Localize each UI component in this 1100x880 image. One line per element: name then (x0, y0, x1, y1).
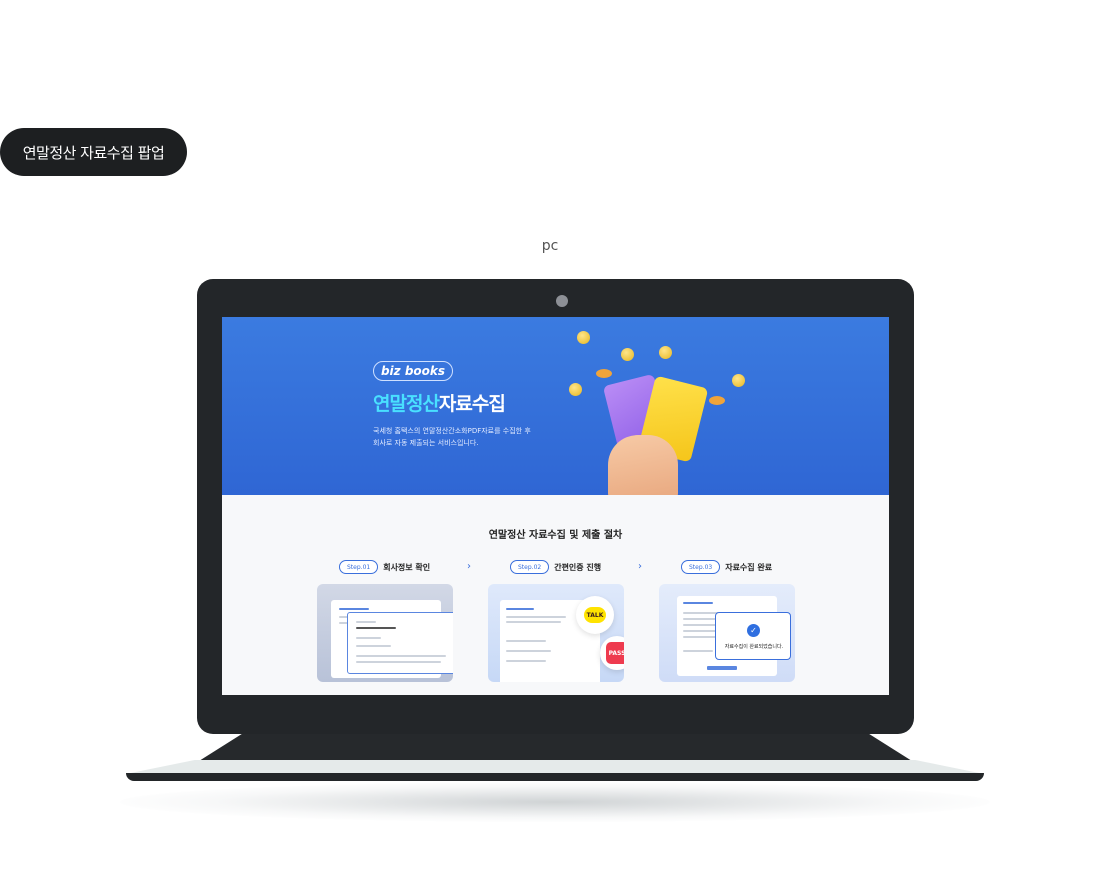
step-3: Step.03 자료수집 완료 (681, 560, 772, 574)
step-2-preview: TALK PASS (488, 584, 624, 682)
step-badge: Step.01 (339, 560, 379, 574)
section-pill-label: 연말정산 자료수집 팝업 (0, 128, 187, 176)
laptop-base (126, 760, 984, 774)
hero-title: 연말정산자료수집 (373, 389, 506, 416)
device-label: pc (541, 238, 559, 254)
step-badge: Step.03 (681, 560, 721, 574)
step-3-preview: ✓ 자료수집이 완료되었습니다. (659, 584, 795, 682)
completion-message: 자료수집이 완료되었습니다. (724, 644, 784, 650)
laptop-shadow (120, 782, 990, 822)
step-label: 회사정보 확인 (383, 562, 431, 572)
hand-icon (608, 435, 678, 495)
company-info-form (347, 612, 453, 674)
laptop-base-edge (126, 773, 984, 781)
step-2: Step.02 간편인증 진행 (510, 560, 601, 574)
chevron-right-icon: › (638, 561, 642, 572)
step-label: 간편인증 진행 (554, 562, 602, 572)
kakaotalk-icon: TALK (576, 596, 614, 634)
chevron-right-icon: › (467, 561, 471, 572)
coin-icon (569, 383, 582, 396)
coin-icon (621, 348, 634, 361)
pass-icon: PASS (600, 636, 624, 670)
hero-desc-line: 회사로 자동 제출되는 서비스입니다. (373, 439, 479, 447)
coin-icon (577, 331, 590, 344)
coin-icon (659, 346, 672, 359)
completion-dialog: ✓ 자료수집이 완료되었습니다. (715, 612, 791, 660)
laptop-screen: biz books 연말정산자료수집 국세청 홈택스의 연말정산간소화PDF자료… (222, 317, 889, 695)
check-icon: ✓ (747, 624, 760, 637)
coin-icon (732, 374, 745, 387)
bizbooks-logo: biz books (373, 361, 453, 381)
hero-banner: biz books 연말정산자료수집 국세청 홈택스의 연말정산간소화PDF자료… (222, 317, 889, 495)
hero-desc-line: 국세청 홈택스의 연말정산간소화PDF자료를 수집한 후 (373, 427, 531, 435)
step-1-preview (317, 584, 453, 682)
coin-icon (596, 369, 612, 378)
page: 연말정산 자료수집 팝업 pc biz books 연말정산자료수집 국세청 홈… (0, 0, 1100, 880)
webcam-icon (556, 295, 568, 307)
step-label: 자료수집 완료 (725, 562, 773, 572)
step-1: Step.01 회사정보 확인 (339, 560, 430, 574)
kakaotalk-badge: TALK (584, 607, 606, 623)
hero-title-rest: 자료수집 (438, 393, 506, 415)
step-badge: Step.02 (510, 560, 550, 574)
laptop-hinge (199, 734, 912, 761)
hero-description: 국세청 홈택스의 연말정산간소화PDF자료를 수집한 후 회사로 자동 제출되는… (373, 425, 573, 449)
process-title: 연말정산 자료수집 및 제출 절차 (488, 530, 623, 541)
pass-badge: PASS (606, 642, 624, 664)
hero-title-highlight: 연말정산 (373, 393, 440, 415)
coin-icon (709, 396, 725, 405)
